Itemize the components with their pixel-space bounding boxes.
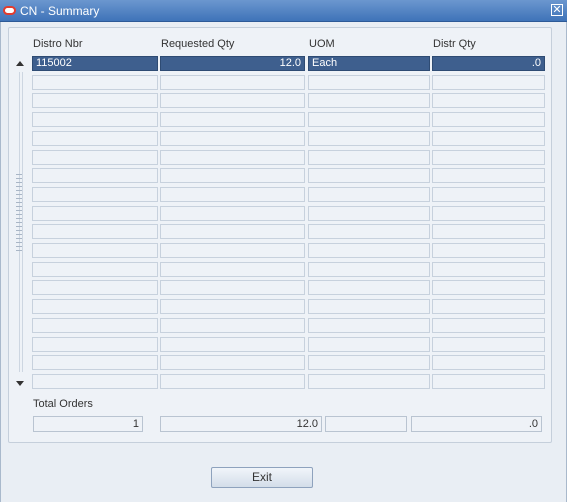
cell-distro-nbr[interactable] — [32, 206, 158, 221]
exit-button[interactable]: Exit — [211, 467, 313, 488]
total-distr-qty: .0 — [411, 416, 542, 432]
cell-requested-qty[interactable] — [160, 374, 305, 389]
window-title: CN - Summary — [20, 4, 100, 18]
cell-requested-qty[interactable] — [160, 150, 305, 165]
column-header-uom: UOM — [309, 38, 335, 50]
cell-requested-qty[interactable] — [160, 318, 305, 333]
close-button[interactable]: ✕ — [551, 4, 563, 16]
scroll-thumb[interactable] — [16, 174, 22, 254]
cell-distro-nbr[interactable]: 115002 — [32, 56, 158, 71]
cell-distr-qty[interactable]: .0 — [432, 56, 545, 71]
cell-uom[interactable] — [308, 112, 430, 127]
cell-requested-qty[interactable] — [160, 243, 305, 258]
cell-distro-nbr[interactable] — [32, 187, 158, 202]
cell-uom[interactable] — [308, 224, 430, 239]
cell-distro-nbr[interactable] — [32, 280, 158, 295]
cell-requested-qty[interactable] — [160, 355, 305, 370]
cell-uom[interactable] — [308, 206, 430, 221]
cell-uom[interactable] — [308, 150, 430, 165]
cell-uom[interactable] — [308, 262, 430, 277]
cell-requested-qty[interactable] — [160, 337, 305, 352]
cell-uom[interactable] — [308, 75, 430, 90]
column-header-distro-nbr: Distro Nbr — [33, 38, 83, 50]
cell-uom[interactable] — [308, 93, 430, 108]
cell-requested-qty[interactable] — [160, 262, 305, 277]
cell-distr-qty[interactable] — [432, 299, 545, 314]
cell-distro-nbr[interactable] — [32, 299, 158, 314]
cell-requested-qty[interactable] — [160, 280, 305, 295]
cell-distr-qty[interactable] — [432, 93, 545, 108]
total-orders-count: 1 — [33, 416, 143, 432]
cell-distr-qty[interactable] — [432, 112, 545, 127]
cell-distr-qty[interactable] — [432, 355, 545, 370]
cell-distr-qty[interactable] — [432, 280, 545, 295]
cell-uom[interactable] — [308, 355, 430, 370]
cell-requested-qty[interactable] — [160, 168, 305, 183]
cell-distro-nbr[interactable] — [32, 150, 158, 165]
cell-distr-qty[interactable] — [432, 187, 545, 202]
cell-distr-qty[interactable] — [432, 243, 545, 258]
cell-uom[interactable] — [308, 168, 430, 183]
cell-requested-qty[interactable]: 12.0 — [160, 56, 305, 71]
cell-distr-qty[interactable] — [432, 131, 545, 146]
cell-distro-nbr[interactable] — [32, 262, 158, 277]
cell-distro-nbr[interactable] — [32, 243, 158, 258]
cell-distro-nbr[interactable] — [32, 355, 158, 370]
cell-uom[interactable] — [308, 187, 430, 202]
cell-requested-qty[interactable] — [160, 206, 305, 221]
cell-distr-qty[interactable] — [432, 75, 545, 90]
cell-requested-qty[interactable] — [160, 112, 305, 127]
cell-uom[interactable]: Each — [308, 56, 430, 71]
oracle-logo-icon — [3, 6, 16, 15]
cell-requested-qty[interactable] — [160, 93, 305, 108]
cell-distro-nbr[interactable] — [32, 224, 158, 239]
cell-distr-qty[interactable] — [432, 374, 545, 389]
cell-uom[interactable] — [308, 280, 430, 295]
column-header-requested-qty: Requested Qty — [161, 38, 235, 50]
column-header-distr-qty: Distr Qty — [433, 38, 476, 50]
cell-distro-nbr[interactable] — [32, 374, 158, 389]
cell-distr-qty[interactable] — [432, 150, 545, 165]
cell-uom[interactable] — [308, 131, 430, 146]
cell-uom[interactable] — [308, 299, 430, 314]
cell-requested-qty[interactable] — [160, 75, 305, 90]
cell-uom[interactable] — [308, 243, 430, 258]
cell-distr-qty[interactable] — [432, 168, 545, 183]
cell-requested-qty[interactable] — [160, 131, 305, 146]
cell-distr-qty[interactable] — [432, 337, 545, 352]
cell-distro-nbr[interactable] — [32, 168, 158, 183]
cell-distro-nbr[interactable] — [32, 93, 158, 108]
cell-distro-nbr[interactable] — [32, 75, 158, 90]
scroll-down-icon[interactable] — [16, 381, 24, 386]
cell-requested-qty[interactable] — [160, 224, 305, 239]
cell-distro-nbr[interactable] — [32, 318, 158, 333]
cell-requested-qty[interactable] — [160, 187, 305, 202]
cell-distr-qty[interactable] — [432, 318, 545, 333]
cell-distr-qty[interactable] — [432, 224, 545, 239]
cell-uom[interactable] — [308, 318, 430, 333]
table-scrollbar[interactable] — [14, 56, 26, 389]
cell-distro-nbr[interactable] — [32, 112, 158, 127]
scroll-up-icon[interactable] — [16, 61, 24, 66]
cell-distro-nbr[interactable] — [32, 131, 158, 146]
cell-distro-nbr[interactable] — [32, 337, 158, 352]
cell-requested-qty[interactable] — [160, 299, 305, 314]
cell-uom[interactable] — [308, 337, 430, 352]
cell-uom[interactable] — [308, 374, 430, 389]
total-uom — [325, 416, 407, 432]
total-requested-qty: 12.0 — [160, 416, 322, 432]
cell-distr-qty[interactable] — [432, 206, 545, 221]
cell-distr-qty[interactable] — [432, 262, 545, 277]
title-bar: CN - Summary ✕ — [0, 0, 567, 22]
total-orders-label: Total Orders — [33, 398, 93, 410]
